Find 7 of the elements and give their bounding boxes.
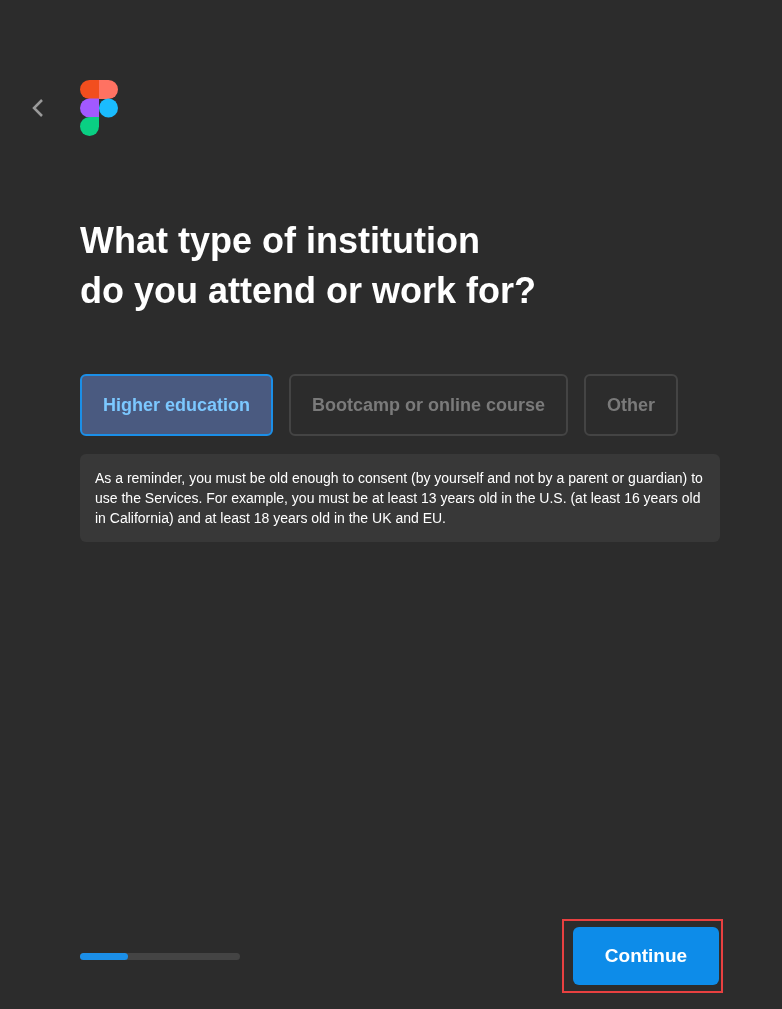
option-button[interactable]: Other	[584, 374, 679, 436]
option-button[interactable]: Bootcamp or online course	[289, 374, 569, 436]
option-button[interactable]: Higher education	[80, 374, 273, 436]
heading: What type of institution do you attend or work for?	[80, 219, 537, 313]
continue-button[interactable]: Continue	[573, 927, 719, 985]
age-notice: As a reminder, you must be old enough to consent (by yourself and not by a parent or guardian) to use the Services. For example, you must be at least 13 years old in the U.S. (at least 16 years old in California) and at least 18 years old in the UK and EU.	[80, 454, 720, 542]
logo-icon	[80, 80, 118, 136]
